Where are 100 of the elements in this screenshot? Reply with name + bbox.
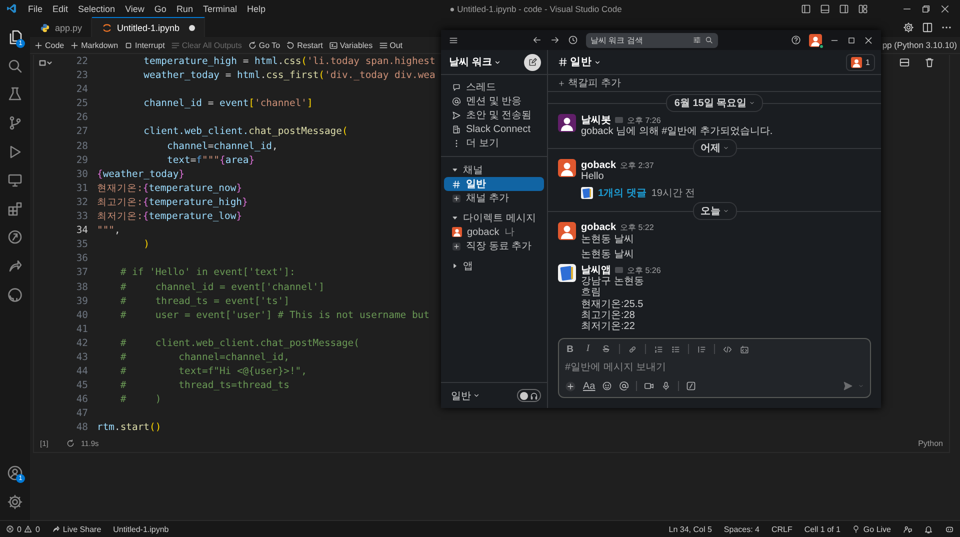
toolbar-button[interactable]: Go To: [248, 40, 280, 50]
close-icon[interactable]: [940, 4, 950, 14]
sidebar-item[interactable]: 스레드: [444, 80, 544, 94]
secondary-sidebar-icon[interactable]: [839, 4, 849, 14]
account-icon[interactable]: [7, 465, 23, 482]
customize-layout-icon[interactable]: [858, 4, 868, 14]
settings-icon[interactable]: [7, 494, 23, 510]
quote-icon[interactable]: [697, 344, 706, 354]
status-item[interactable]: Untitled-1.ipynb: [113, 524, 169, 534]
date-divider-button[interactable]: 어제: [692, 139, 736, 158]
cell-language[interactable]: Python: [918, 439, 943, 448]
cell-toggle-icon[interactable]: [39, 59, 53, 67]
problems-button[interactable]: 0 0: [6, 524, 40, 534]
bold-button[interactable]: B: [565, 344, 575, 354]
copilot-icon[interactable]: [945, 524, 954, 534]
live-share-button[interactable]: Live Share: [52, 524, 102, 534]
italic-button[interactable]: I: [583, 344, 593, 354]
microphone-icon[interactable]: [661, 381, 672, 391]
message-time[interactable]: 오후 2:37: [620, 160, 654, 171]
maximize-icon[interactable]: [847, 36, 856, 44]
menu-item[interactable]: Go: [149, 4, 172, 14]
toolbar-button[interactable]: Markdown: [70, 40, 118, 50]
search-icon[interactable]: [704, 36, 712, 44]
status-item[interactable]: Ln 34, Col 5: [668, 524, 712, 534]
menu-item[interactable]: View: [120, 4, 150, 14]
sidebar-item[interactable]: 멘션 및 반응: [444, 94, 544, 108]
plus-circle-icon[interactable]: [565, 380, 576, 392]
members-button[interactable]: 1: [846, 54, 875, 70]
send-icon[interactable]: [843, 381, 853, 391]
extensions-icon[interactable]: [7, 200, 23, 217]
feedback-icon[interactable]: [903, 524, 912, 534]
huddle-toggle[interactable]: [517, 389, 541, 402]
menu-item[interactable]: Run: [171, 4, 198, 14]
filter-icon[interactable]: [692, 36, 700, 44]
message-time[interactable]: 오후 7:26: [627, 114, 661, 126]
sidebar-item[interactable]: 더 보기: [444, 136, 544, 150]
sidebar-item[interactable]: Slack Connect: [444, 122, 544, 136]
numbered-list-icon[interactable]: [654, 344, 663, 354]
status-item[interactable]: Cell 1 of 1: [804, 524, 840, 534]
close-icon[interactable]: [864, 36, 873, 44]
menu-item[interactable]: Edit: [48, 4, 74, 14]
message-field[interactable]: #일반에 메시지 보내기: [565, 356, 864, 378]
flask-icon[interactable]: [7, 86, 23, 102]
branch-icon[interactable]: [7, 115, 23, 132]
monitor-icon[interactable]: [7, 172, 23, 188]
sidebar-item[interactable]: 초안 및 전송됨: [444, 108, 544, 122]
split-editor-icon[interactable]: [922, 22, 933, 32]
toolbar-button[interactable]: Out: [378, 40, 403, 50]
sidebar-layout-icon[interactable]: [801, 4, 811, 14]
menu-item[interactable]: Help: [242, 4, 270, 14]
message-time[interactable]: 오후 5:26: [627, 264, 661, 276]
kernel-picker[interactable]: pp (Python 3.10.10): [882, 40, 960, 50]
channel-switch-button[interactable]: 일반: [451, 388, 480, 402]
author-name[interactable]: 날씨앱: [581, 263, 611, 278]
link-icon[interactable]: [628, 344, 637, 354]
toolbar-button[interactable]: Restart: [286, 40, 323, 50]
bullet-list-icon[interactable]: [671, 344, 680, 354]
author-name[interactable]: goback: [581, 222, 616, 234]
bell-icon[interactable]: [924, 524, 933, 534]
sidebar-item[interactable]: 일반: [444, 177, 544, 191]
code-icon[interactable]: [723, 344, 732, 354]
trash-icon[interactable]: [924, 57, 935, 68]
menu-item[interactable]: Selection: [73, 4, 120, 14]
back-icon[interactable]: [532, 35, 542, 45]
go-live-button[interactable]: Go Live: [852, 524, 891, 534]
section-header[interactable]: 다이렉트 메시지: [441, 211, 547, 225]
toolbar-button[interactable]: Code: [34, 40, 64, 50]
mention-icon[interactable]: [619, 381, 630, 391]
sidebar-item[interactable]: 채널 추가: [444, 191, 544, 205]
formatting-button[interactable]: Aa: [583, 380, 596, 392]
menu-icon[interactable]: [449, 36, 458, 44]
add-bookmark-button[interactable]: 책갈피 추가: [558, 76, 621, 90]
replies-link[interactable]: 1개의 댓글: [598, 186, 646, 200]
help-icon[interactable]: [791, 35, 801, 45]
toolbar-button[interactable]: Variables: [328, 40, 373, 50]
emoji-icon[interactable]: [602, 381, 612, 391]
section-header[interactable]: 채널: [441, 163, 547, 177]
search-input[interactable]: 날씨 워크 검색: [590, 36, 688, 44]
compose-button[interactable]: [524, 54, 541, 70]
status-item[interactable]: Spaces: 4: [724, 524, 760, 534]
settings-icon[interactable]: [903, 22, 914, 32]
menu-item[interactable]: File: [23, 4, 48, 14]
panel-layout-icon[interactable]: [820, 4, 830, 14]
share-icon[interactable]: [7, 258, 23, 274]
editor-tab[interactable]: Untitled-1.ipynb: [92, 17, 205, 37]
forward-icon[interactable]: [550, 35, 560, 45]
sidebar-item[interactable]: goback 나: [444, 225, 544, 239]
restore-icon[interactable]: [921, 4, 931, 14]
workspace-menu[interactable]: 날씨 워크: [449, 55, 501, 69]
author-name[interactable]: 날씨봇: [581, 113, 611, 127]
search-field[interactable]: 날씨 워크 검색: [586, 32, 718, 48]
menu-item[interactable]: Terminal: [198, 4, 242, 14]
message-composer[interactable]: B I S #일반에 메시지 보내기 Aa: [558, 338, 871, 398]
date-divider-button[interactable]: 오늘: [692, 202, 736, 220]
toolbar-button[interactable]: Interrupt: [124, 40, 165, 50]
channel-title[interactable]: 일반: [558, 55, 601, 69]
slash-box-icon[interactable]: [686, 381, 696, 391]
strike-button[interactable]: S: [601, 344, 611, 354]
split-cell-icon[interactable]: [899, 57, 910, 68]
date-divider-button[interactable]: 6월 15일 목요일: [666, 94, 763, 112]
